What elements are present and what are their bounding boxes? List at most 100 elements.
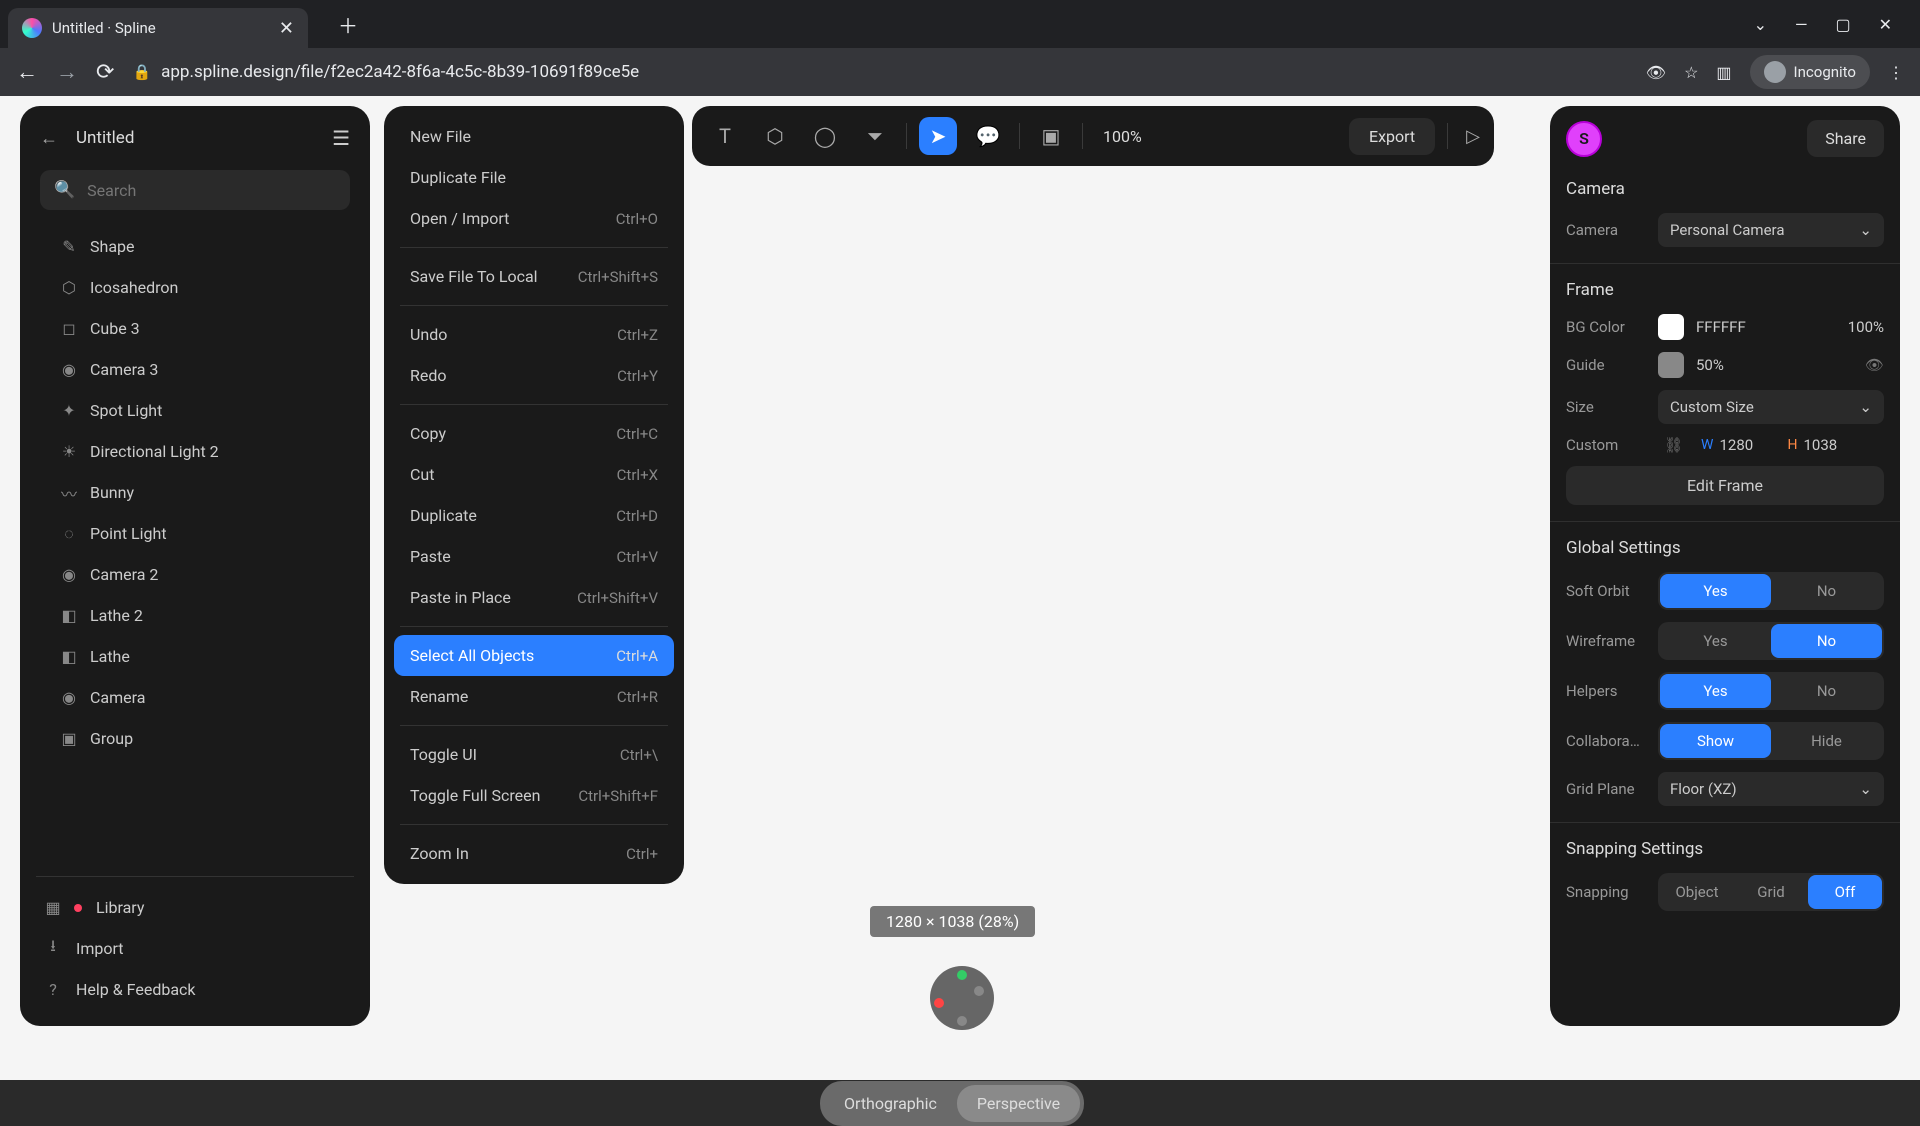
user-avatar[interactable]: S <box>1566 121 1602 157</box>
edit-frame-button[interactable]: Edit Frame <box>1566 466 1884 505</box>
maximize-icon[interactable]: ▢ <box>1835 15 1850 34</box>
library-button[interactable]: ▦ Library <box>36 887 354 928</box>
link-icon[interactable]: ⛓ <box>1664 436 1683 454</box>
gizmo-neg-axis-icon[interactable] <box>957 1016 967 1026</box>
tree-item-camera-2[interactable]: ◉Camera 2 <box>36 554 354 595</box>
orthographic-button[interactable]: Orthographic <box>824 1085 957 1122</box>
icosahedron-object[interactable] <box>850 526 960 626</box>
gizmo-y-axis-icon[interactable] <box>957 970 967 980</box>
export-button[interactable]: Export <box>1349 118 1435 155</box>
menu-item-rename[interactable]: RenameCtrl+R <box>394 676 674 717</box>
tree-item-camera-3[interactable]: ◉Camera 3 <box>36 349 354 390</box>
forward-icon[interactable]: → <box>56 59 78 85</box>
eye-off-icon[interactable]: 👁 <box>1646 63 1666 82</box>
shape-tool-icon[interactable]: ⬡ <box>756 117 794 155</box>
main-menu-icon[interactable]: ☰ <box>332 126 350 150</box>
new-tab-button[interactable]: ＋ <box>338 10 358 39</box>
search-box[interactable]: 🔍 <box>40 170 350 210</box>
panel-icon[interactable]: ▥ <box>1716 63 1731 82</box>
orientation-gizmo[interactable] <box>930 966 994 1030</box>
shape-object[interactable] <box>1000 576 1020 606</box>
menu-item-copy[interactable]: CopyCtrl+C <box>394 413 674 454</box>
perspective-button[interactable]: Perspective <box>957 1085 1080 1122</box>
snap-grid[interactable]: Grid <box>1734 875 1808 909</box>
collab-hide[interactable]: Hide <box>1771 724 1882 758</box>
back-arrow-icon[interactable]: ← <box>40 128 58 149</box>
guide-swatch[interactable] <box>1658 352 1684 378</box>
text-tool-icon[interactable]: T <box>706 117 744 155</box>
tree-item-directional-light-2[interactable]: ☀Directional Light 2 <box>36 431 354 472</box>
kebab-menu-icon[interactable]: ⋮ <box>1888 63 1904 82</box>
zoom-level[interactable]: 100% <box>1103 127 1142 146</box>
chevron-down-icon: ⌄ <box>1859 780 1872 798</box>
grid-plane-select[interactable]: Floor (XZ) ⌄ <box>1658 772 1884 806</box>
reload-icon[interactable]: ⟳ <box>96 60 114 85</box>
bgcolor-hex[interactable]: FFFFFF <box>1696 318 1824 336</box>
menu-item-redo[interactable]: RedoCtrl+Y <box>394 355 674 396</box>
bgcolor-swatch[interactable] <box>1658 314 1684 340</box>
tree-item-bunny[interactable]: 〰Bunny <box>36 472 354 513</box>
visibility-icon[interactable]: 👁 <box>1865 356 1884 374</box>
menu-item-toggle-ui[interactable]: Toggle UICtrl+\ <box>394 734 674 775</box>
width-input[interactable] <box>1719 436 1775 454</box>
menu-item-undo[interactable]: UndoCtrl+Z <box>394 314 674 355</box>
play-icon[interactable]: ▷ <box>1466 126 1480 147</box>
wireframe-no[interactable]: No <box>1771 624 1882 658</box>
tabs-dropdown-icon[interactable]: ⌄ <box>1754 15 1767 34</box>
menu-item-zoom-in[interactable]: Zoom InCtrl+ <box>394 833 674 874</box>
import-button[interactable]: ⭳ Import <box>36 928 354 969</box>
size-select[interactable]: Custom Size ⌄ <box>1658 390 1884 424</box>
menu-item-toggle-full-screen[interactable]: Toggle Full ScreenCtrl+Shift+F <box>394 775 674 816</box>
menu-item-duplicate[interactable]: DuplicateCtrl+D <box>394 495 674 536</box>
tree-item-lathe[interactable]: ◧Lathe <box>36 636 354 677</box>
soft-orbit-yes[interactable]: Yes <box>1660 574 1771 608</box>
tree-item-group[interactable]: ▣Group <box>36 718 354 759</box>
gizmo-z-axis-icon[interactable] <box>974 986 984 996</box>
helpers-no[interactable]: No <box>1771 674 1882 708</box>
guide-opacity[interactable]: 50% <box>1696 356 1853 374</box>
camera-select[interactable]: Personal Camera ⌄ <box>1658 213 1884 247</box>
file-title[interactable]: Untitled <box>76 128 314 148</box>
bookmark-icon[interactable]: ☆ <box>1684 63 1698 82</box>
menu-item-paste-in-place[interactable]: Paste in PlaceCtrl+Shift+V <box>394 577 674 618</box>
tree-item-cube-3[interactable]: ◻Cube 3 <box>36 308 354 349</box>
close-window-icon[interactable]: ✕ <box>1879 15 1892 34</box>
wireframe-yes[interactable]: Yes <box>1660 624 1771 658</box>
incognito-badge[interactable]: Incognito <box>1750 55 1870 89</box>
gizmo-x-axis-icon[interactable] <box>934 998 944 1008</box>
helpers-yes[interactable]: Yes <box>1660 674 1771 708</box>
tree-item-camera[interactable]: ◉Camera <box>36 677 354 718</box>
sphere-tool-icon[interactable]: ◯ <box>806 117 844 155</box>
menu-item-duplicate-file[interactable]: Duplicate File <box>394 157 674 198</box>
tree-item-icosahedron[interactable]: ⬡Icosahedron <box>36 267 354 308</box>
soft-orbit-no[interactable]: No <box>1771 574 1882 608</box>
search-input[interactable] <box>87 181 336 200</box>
url-field[interactable]: 🔒 app.spline.design/file/f2ec2a42-8f6a-4… <box>132 62 1627 82</box>
menu-item-paste[interactable]: PasteCtrl+V <box>394 536 674 577</box>
menu-item-save-file-to-local[interactable]: Save File To LocalCtrl+Shift+S <box>394 256 674 297</box>
bgcolor-opacity[interactable]: 100% <box>1836 318 1884 336</box>
tag-tool-icon[interactable]: ⏷ <box>856 117 894 155</box>
snap-off[interactable]: Off <box>1808 875 1882 909</box>
menu-item-select-all-objects[interactable]: Select All ObjectsCtrl+A <box>394 635 674 676</box>
minimize-icon[interactable]: ― <box>1795 15 1808 34</box>
select-tool-icon[interactable]: ➤ <box>919 117 957 155</box>
comment-tool-icon[interactable]: 💬 <box>969 117 1007 155</box>
tree-item-point-light[interactable]: ◌Point Light <box>36 513 354 554</box>
help-button[interactable]: ? Help & Feedback <box>36 969 354 1010</box>
cube-object[interactable] <box>695 429 835 694</box>
tree-item-spot-light[interactable]: ✦Spot Light <box>36 390 354 431</box>
menu-item-cut[interactable]: CutCtrl+X <box>394 454 674 495</box>
tree-item-lathe-2[interactable]: ◧Lathe 2 <box>36 595 354 636</box>
close-icon[interactable]: ✕ <box>279 18 294 39</box>
snap-object[interactable]: Object <box>1660 875 1734 909</box>
height-input[interactable] <box>1803 436 1859 454</box>
back-icon[interactable]: ← <box>16 59 38 85</box>
collab-show[interactable]: Show <box>1660 724 1771 758</box>
share-button[interactable]: Share <box>1807 120 1884 157</box>
browser-tab[interactable]: Untitled · Spline ✕ <box>8 8 308 48</box>
menu-item-new-file[interactable]: New File <box>394 116 674 157</box>
menu-item-open-import[interactable]: Open / ImportCtrl+O <box>394 198 674 239</box>
frame-tool-icon[interactable]: ▣ <box>1032 117 1070 155</box>
tree-item-shape[interactable]: ✎Shape <box>36 226 354 267</box>
